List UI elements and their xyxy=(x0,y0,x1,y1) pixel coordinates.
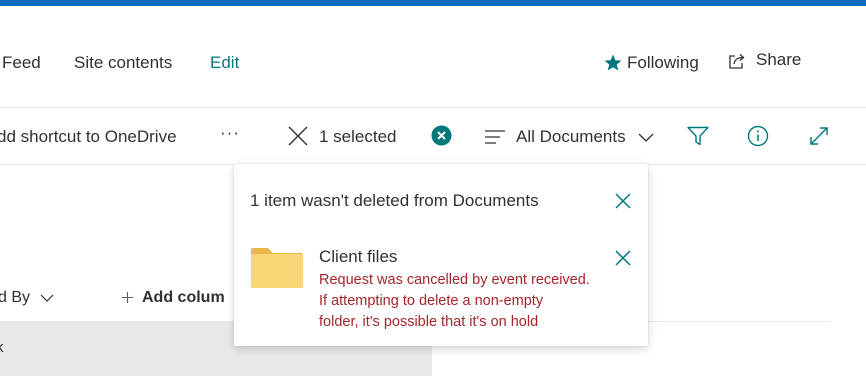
info-icon[interactable] xyxy=(747,125,769,147)
close-icon[interactable] xyxy=(614,249,632,267)
star-icon xyxy=(604,54,622,71)
failed-item-name: Client files xyxy=(319,247,398,266)
following-button[interactable]: Following xyxy=(603,52,703,76)
view-selector[interactable]: All Documents xyxy=(484,124,656,150)
failed-item-error: Request was cancelled by event received.… xyxy=(319,270,619,333)
add-column-label: Add colum xyxy=(142,289,225,306)
share-button[interactable]: Share xyxy=(727,49,807,73)
add-column-button[interactable]: Add colum xyxy=(120,287,240,309)
error-line: Request was cancelled by event received. xyxy=(319,272,590,288)
add-shortcut-button[interactable]: dd shortcut to OneDrive xyxy=(0,126,177,148)
close-circle-icon[interactable] xyxy=(431,125,452,146)
nav-feed-link[interactable]: Feed xyxy=(2,52,41,74)
share-label: Share xyxy=(756,50,802,69)
top-accent-bar xyxy=(0,0,866,6)
following-label: Following xyxy=(627,53,699,72)
modified-by-label: d By xyxy=(0,289,31,306)
nav-site-contents-link[interactable]: Site contents xyxy=(74,52,172,74)
view-label: All Documents xyxy=(516,127,626,146)
callout-title: 1 item wasn't deleted from Documents xyxy=(250,191,539,210)
close-icon[interactable] xyxy=(614,192,632,210)
error-line: If attempting to delete a non-empty xyxy=(319,293,544,309)
share-icon xyxy=(729,54,745,69)
plus-icon xyxy=(122,292,133,303)
header-divider xyxy=(0,107,866,108)
chevron-down-icon xyxy=(40,294,54,302)
folder-icon xyxy=(251,248,303,288)
more-icon[interactable]: ··· xyxy=(220,122,240,144)
filter-icon[interactable] xyxy=(687,126,709,146)
list-icon xyxy=(485,130,505,144)
nav-edit-link[interactable]: Edit xyxy=(210,52,239,74)
delete-error-callout: 1 item wasn't deleted from Documents Cli… xyxy=(234,164,648,346)
close-icon[interactable] xyxy=(287,125,309,147)
modified-by-column-header[interactable]: d By xyxy=(0,287,68,309)
chevron-down-icon xyxy=(638,133,654,142)
selection-count: 1 selected xyxy=(319,127,397,146)
error-line: folder, it's possible that it's on hold xyxy=(319,314,539,330)
expand-icon[interactable] xyxy=(808,125,830,147)
row-text: k xyxy=(0,338,4,358)
